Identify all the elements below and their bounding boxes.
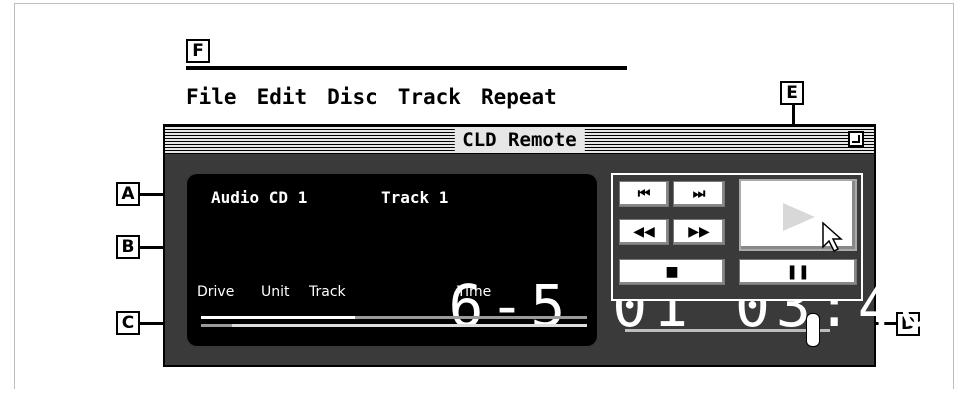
volume-track — [625, 329, 830, 332]
fast-forward-button[interactable]: ▶▶ — [673, 219, 725, 245]
track-progress-bar[interactable] — [201, 316, 587, 332]
progress-fill-upper — [201, 316, 356, 319]
pause-button[interactable]: ❚❚ — [739, 259, 857, 285]
track-label: Track — [309, 284, 346, 300]
callout-f: F — [186, 39, 210, 63]
callout-c: C — [116, 311, 140, 335]
track-status-label: Track 1 — [381, 188, 449, 207]
next-track-button[interactable]: ⏭ — [673, 181, 725, 207]
transport-controls: ⏮ ⏭ ◀◀ ▶▶ ■ ❚❚ — [611, 173, 863, 301]
menu-disc[interactable]: Disc — [327, 85, 378, 113]
digit-readout: 6-5 01 03:40 — [203, 216, 934, 396]
drive-label: Drive — [197, 284, 235, 300]
status-display: Audio CD 1 Track 1 6-5 01 03:40 Drive Un… — [187, 174, 934, 346]
menu-repeat[interactable]: Repeat — [481, 85, 557, 113]
rewind-button[interactable]: ◀◀ — [619, 219, 669, 245]
disc-source-label: Audio CD 1 — [211, 188, 308, 207]
cld-remote-window: CLD Remote Audio CD 1 Track 1 6-5 01 03:… — [163, 124, 934, 367]
menu-bar-rule — [186, 66, 627, 70]
menu-file[interactable]: File — [186, 85, 237, 113]
menu-track[interactable]: Track — [398, 85, 461, 113]
zoom-box-icon[interactable] — [848, 131, 864, 147]
mouse-pointer-icon — [822, 221, 843, 253]
callout-b: B — [116, 235, 140, 259]
play-button[interactable] — [739, 179, 857, 253]
time-label: Time — [457, 284, 492, 300]
play-icon — [783, 203, 843, 253]
volume-slider[interactable] — [625, 313, 830, 347]
progress-track-lower — [201, 324, 587, 327]
progress-fill-lower — [201, 324, 232, 327]
menu-edit[interactable]: Edit — [257, 85, 308, 113]
menu-bar: File Edit Disc Track Repeat — [186, 85, 577, 113]
volume-thumb[interactable] — [805, 313, 820, 347]
callout-a: A — [116, 182, 140, 206]
stop-button[interactable]: ■ — [619, 259, 725, 285]
previous-track-button[interactable]: ⏮ — [619, 181, 669, 207]
window-titlebar[interactable]: CLD Remote — [165, 126, 874, 154]
unit-label: Unit — [261, 284, 290, 300]
window-title: CLD Remote — [454, 129, 585, 151]
callout-e: E — [780, 81, 804, 105]
